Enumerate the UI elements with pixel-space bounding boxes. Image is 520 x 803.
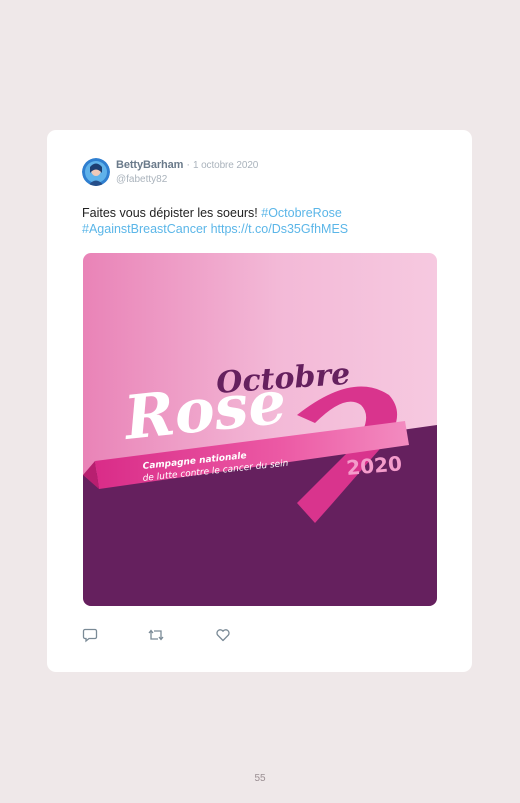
display-name[interactable]: BettyBarham xyxy=(116,159,183,171)
tweet-card[interactable]: BettyBarham · 1 octobre 2020 @fabetty82 Fa… xyxy=(47,130,472,672)
avatar[interactable] xyxy=(82,158,110,186)
heart-icon[interactable] xyxy=(215,627,231,643)
tweet-body: Faites vous dépister les soeurs! xyxy=(82,206,262,220)
author-line: BettyBarham · 1 octobre 2020 xyxy=(116,159,258,171)
hashtag-octobre-rose[interactable]: #OctobreRose xyxy=(261,206,342,220)
retweet-icon[interactable] xyxy=(148,627,164,643)
reply-icon[interactable] xyxy=(82,627,98,643)
tweet-actions xyxy=(82,627,282,643)
page-number: 55 xyxy=(254,773,266,784)
tweet-media-image[interactable]: Octobre Rose Campagne nationale de lutte… xyxy=(83,253,437,606)
tweet-link[interactable]: https://t.co/Ds35GfhMES xyxy=(211,222,349,236)
media-year: 2020 xyxy=(345,451,403,480)
hashtag-against-breast-cancer[interactable]: #AgainstBreastCancer xyxy=(82,222,207,236)
tweet-text: Faites vous dépister les soeurs! #Octobr… xyxy=(82,205,442,237)
tweet-date[interactable]: 1 octobre 2020 xyxy=(193,160,258,171)
separator-dot: · xyxy=(186,159,190,171)
user-handle[interactable]: @fabetty82 xyxy=(116,174,167,185)
